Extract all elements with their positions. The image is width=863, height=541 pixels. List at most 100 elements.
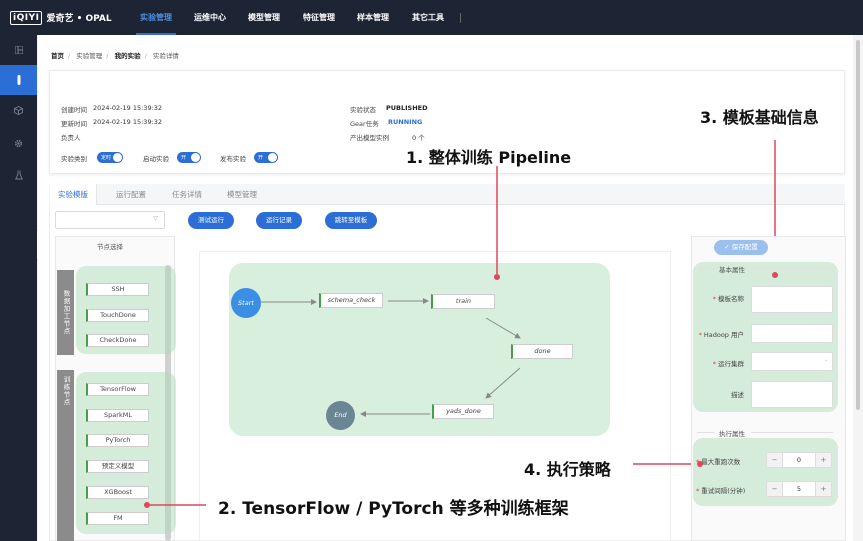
node-pytorch[interactable]: PyTorch (86, 434, 149, 447)
basic-props-title: 基本属性 (719, 266, 745, 274)
annotation-2-dot (144, 502, 150, 508)
node-xgboost[interactable]: XGBoost (86, 486, 149, 499)
pipeline-start-node[interactable]: Start (231, 288, 261, 318)
gear-icon[interactable] (0, 128, 37, 158)
exec-props-divider-right (751, 432, 833, 433)
basic-props-divider-left (697, 268, 715, 269)
cluster-label: * 运行集群 (712, 360, 744, 368)
publish-label: 发布实验 (220, 155, 246, 163)
logo-mark: iQIYI (10, 10, 43, 25)
updated-label: 更新时间 (61, 120, 87, 128)
pipeline-end-node[interactable]: End (326, 401, 355, 430)
retry-interval-stepper[interactable]: − 5 + (766, 481, 832, 497)
nav-item-ops[interactable]: 运维中心 (194, 0, 226, 35)
retry-interval-increment[interactable]: + (815, 482, 831, 496)
nav-divider (460, 13, 461, 23)
experiment-icon[interactable] (0, 65, 37, 95)
exec-props-title: 执行属性 (719, 430, 745, 438)
node-panel-title: 节点选择 (97, 243, 123, 251)
retry-interval-label: * 重试间隔(分钟) (696, 487, 746, 495)
status-label: 实验状态 (350, 106, 376, 114)
category-data-processing[interactable]: 数据加工节点 (57, 270, 74, 355)
start-toggle-text: 开 (181, 154, 187, 161)
chevron-down-icon: ▽ (153, 215, 158, 222)
hadoop-user-label: * Hadoop 用户 (698, 331, 744, 339)
description-label: 描述 (731, 391, 744, 399)
retry-interval-decrement[interactable]: − (767, 482, 783, 496)
pipeline-node-train[interactable]: train (431, 294, 495, 309)
save-config-button[interactable]: ✓ 保存配置 (714, 240, 768, 255)
nav-item-tools[interactable]: 其它工具 (412, 0, 444, 35)
breadcrumb-my-experiments[interactable]: 我的实验 (115, 52, 141, 60)
chevron-down-icon: ⌄ (823, 357, 828, 363)
version-select[interactable]: ▽ (55, 211, 165, 229)
start-toggle[interactable]: 开 (177, 152, 201, 163)
nav-item-feature[interactable]: 特征管理 (303, 0, 335, 35)
type-toggle[interactable]: 定时 (97, 152, 123, 163)
node-touchdone[interactable]: TouchDone (86, 309, 149, 322)
type-label: 实验类别 (61, 155, 87, 163)
hadoop-user-input[interactable] (751, 324, 833, 343)
created-label: 创建时间 (61, 106, 87, 114)
retry-interval-value[interactable]: 5 (783, 482, 815, 496)
breadcrumb-experiment-mgmt[interactable]: 实验管理 (76, 52, 102, 60)
models-value: 0 个 (412, 134, 425, 142)
node-sparkml[interactable]: SparkML (86, 409, 149, 422)
breadcrumb-home[interactable]: 首页 (51, 52, 64, 60)
nav-item-experiment[interactable]: 实验管理 (140, 0, 172, 35)
max-retries-label: *最大重跑次数 (696, 458, 741, 466)
tab-run-config[interactable]: 运行配置 (108, 184, 154, 205)
breadcrumb: 首页 / 实验管理 / 我的实验 / 实验详情 (51, 52, 179, 60)
jump-template-button[interactable]: 跳转至模板 (325, 212, 377, 229)
tab-task-detail[interactable]: 任务详情 (164, 184, 210, 205)
description-input[interactable] (751, 381, 833, 408)
node-checkdone[interactable]: CheckDone (86, 334, 149, 347)
gear-label: Gear任务 (350, 120, 379, 128)
models-label: 产出模型实例 (350, 134, 389, 142)
template-name-label: * 模板名称 (712, 295, 744, 303)
breadcrumb-current: 实验详情 (152, 52, 179, 60)
cube-icon[interactable] (0, 95, 37, 125)
annotation-template-info: 3. 模板基础信息 (700, 108, 819, 127)
pipeline-node-yads-done[interactable]: yads_done (432, 404, 494, 419)
annotation-pipeline: 1. 整体训练 Pipeline (406, 148, 572, 167)
template-name-input[interactable] (751, 286, 833, 313)
max-retries-decrement[interactable]: − (767, 453, 783, 467)
page-scroll-thumb[interactable] (856, 40, 860, 410)
nav-item-model[interactable]: 模型管理 (248, 0, 280, 35)
pipeline-node-schema-check[interactable]: schema_check (319, 293, 383, 308)
start-label: 启动实验 (143, 155, 169, 163)
logo-text: 爱奇艺 • OPAL (46, 14, 112, 24)
basic-props-divider-right (751, 268, 833, 269)
created-value: 2024-02-19 15:39:32 (93, 104, 163, 112)
type-toggle-text: 定时 (101, 154, 112, 161)
tab-model-mgmt[interactable]: 模型管理 (219, 184, 265, 205)
node-fm[interactable]: FM (86, 512, 149, 525)
tab-template[interactable]: 实验模版 (50, 184, 97, 205)
train-node-group-highlight (76, 372, 176, 534)
category-training[interactable]: 训练节点 (57, 370, 74, 541)
annotation-3-dot (772, 272, 778, 278)
max-retries-increment[interactable]: + (815, 453, 831, 467)
annotation-exec-strategy: 4. 执行策略 (524, 460, 611, 479)
max-retries-value[interactable]: 0 (783, 453, 815, 467)
cluster-select[interactable]: ⌄ (751, 352, 833, 371)
status-value: PUBLISHED (386, 104, 428, 112)
test-run-button[interactable]: 测试运行 (188, 212, 234, 229)
gear-status-value: RUNNING (388, 118, 423, 126)
nav-item-sample[interactable]: 样本管理 (357, 0, 389, 35)
run-records-button[interactable]: 运行记录 (256, 212, 302, 229)
publish-toggle-text: 开 (258, 154, 264, 161)
top-nav: iQIYI 爱奇艺 • OPAL 实验管理 运维中心 模型管理 特征管理 样本管… (0, 0, 863, 35)
node-ssh[interactable]: SSH (86, 283, 149, 296)
pipeline-node-done[interactable]: done (511, 344, 573, 359)
publish-toggle[interactable]: 开 (254, 152, 278, 163)
annotation-frameworks: 2. TensorFlow / PyTorch 等多种训练框架 (218, 499, 569, 519)
logo[interactable]: iQIYI 爱奇艺 • OPAL (10, 8, 112, 27)
exec-props-divider-left (697, 432, 715, 433)
node-predefined-model[interactable]: 预定义模型 (86, 460, 149, 473)
max-retries-stepper[interactable]: − 0 + (766, 452, 832, 468)
flask-icon[interactable] (0, 160, 37, 190)
dashboard-icon[interactable] (0, 35, 37, 65)
node-tensorflow[interactable]: TensorFlow (86, 383, 149, 396)
